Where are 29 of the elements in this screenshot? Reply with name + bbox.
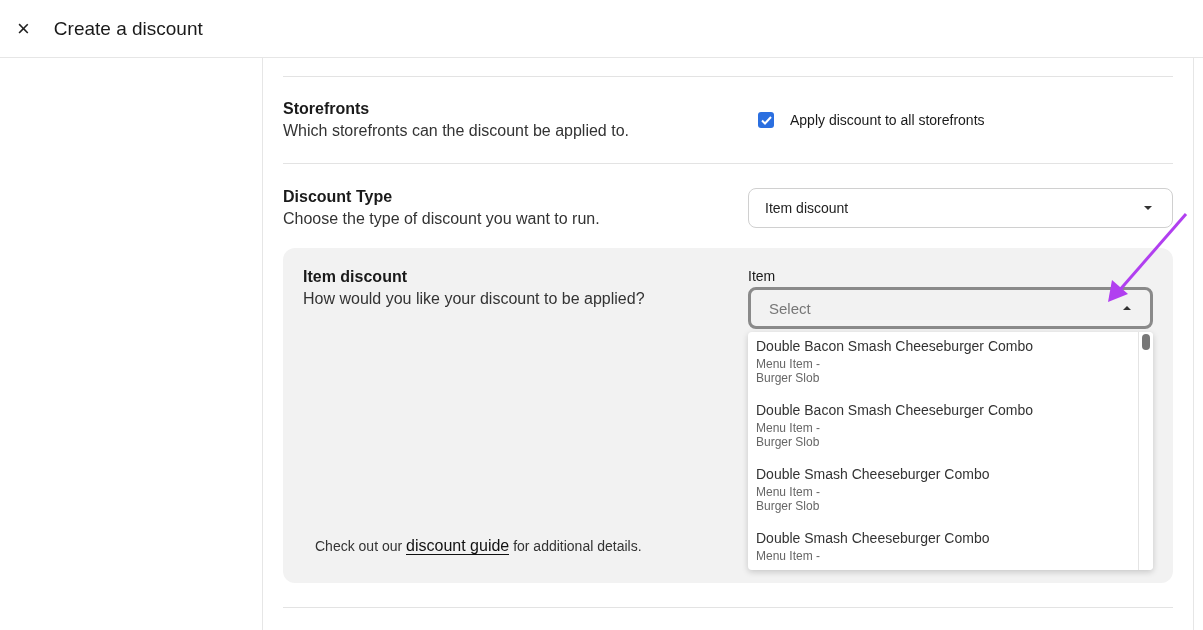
section-description: Choose the type of discount you want to run. [283, 210, 600, 228]
checkbox-label: Apply discount to all storefronts [790, 112, 985, 128]
option-detail: Burger Slob [756, 499, 820, 513]
option-name[interactable]: Double Bacon Smash Cheeseburger Combo [756, 402, 1034, 418]
item-select-field[interactable]: Select [748, 287, 1153, 329]
section-title: Storefronts [283, 100, 371, 118]
option-detail: Burger Slob [756, 435, 820, 449]
section-description: How would you like your discount to be applied? [303, 290, 645, 308]
discount-type-select[interactable]: Item discount [748, 188, 1173, 228]
field-label: Item [748, 268, 777, 284]
option-detail: Menu Item - [756, 549, 821, 563]
section-title: Discount Type [283, 188, 394, 206]
page-title: Create a discount [53, 17, 203, 40]
section-description: Which storefronts can the discount be applied to. [283, 122, 629, 140]
section-title: Item discount [303, 268, 408, 286]
scrollbar-thumb[interactable] [1142, 334, 1150, 350]
option-detail: Burger Slob [756, 371, 820, 385]
option-name[interactable]: Double Smash Cheeseburger Combo [756, 530, 990, 546]
option-detail: Menu Item - [756, 357, 821, 371]
caret-down-icon [1144, 206, 1152, 210]
option-detail: Menu Item - [756, 421, 821, 435]
option-name[interactable]: Double Smash Cheeseburger Combo [756, 466, 990, 482]
option-name[interactable]: Double Bacon Smash Cheeseburger Combo [756, 338, 1034, 354]
caret-up-icon [1123, 306, 1131, 310]
option-detail: Menu Item - [756, 485, 821, 499]
checkbox[interactable] [758, 112, 774, 128]
discount-guide-link[interactable]: discount guide [406, 537, 510, 555]
close-button[interactable]: × [15, 17, 32, 40]
help-text: Check out our discount guide for additional details. [315, 537, 643, 555]
